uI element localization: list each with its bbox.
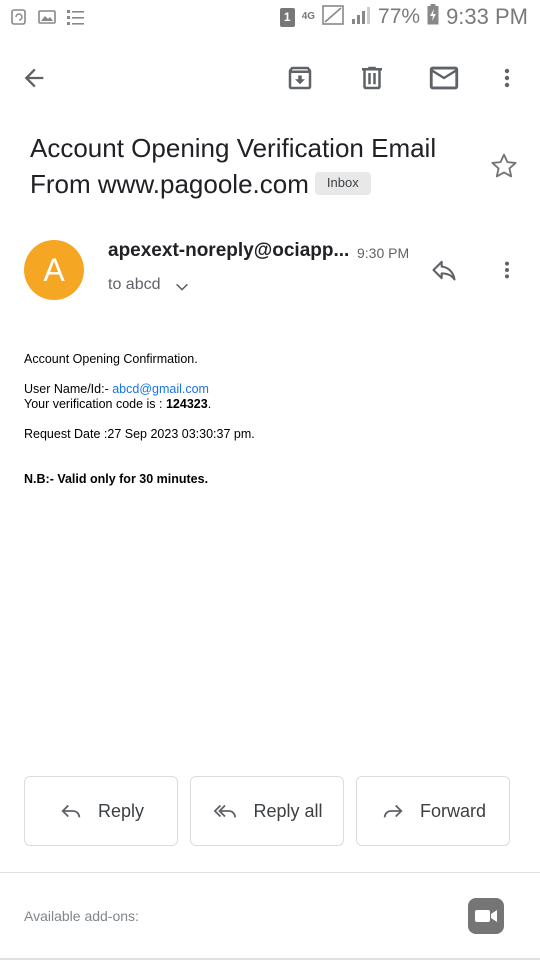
mark-unread-button[interactable] [424,58,464,98]
forward-button[interactable]: Forward [356,776,510,846]
forward-icon [383,804,403,818]
list-icon [66,8,86,31]
delete-button[interactable] [354,60,390,96]
video-camera-icon [475,910,497,922]
action-buttons: Reply Reply all Forward [24,776,510,846]
sync-icon [10,8,28,31]
reply-button-label: Reply [97,800,145,821]
code-label: Your verification code is : [24,397,166,411]
code-suffix: . [207,397,212,411]
archive-icon [288,66,312,90]
reply-icon-button[interactable] [426,254,462,286]
reply-icon [61,804,81,818]
back-button[interactable] [16,60,52,96]
chevron-down-icon [176,283,189,291]
mail-icon [429,66,459,90]
body-line-note: N.B:- Valid only for 30 minutes. [24,472,209,486]
reply-all-button-label: Reply all [253,800,323,821]
reply-all-icon [214,804,237,818]
network-type-label: 4G [301,11,316,22]
no-signal-icon [322,4,344,30]
verification-code: 124323 [165,397,208,411]
image-icon [38,8,56,31]
reply-all-button[interactable]: Reply all [190,776,344,846]
video-addon-button[interactable] [468,898,504,934]
star-outline-icon [491,153,517,178]
archive-button[interactable] [282,60,318,96]
username-email-link[interactable]: abcd@gmail.com [112,382,209,396]
sim-icon: 1 [279,7,295,27]
body-line-confirmation: Account Opening Confirmation. [24,352,198,366]
signal-icon [351,5,371,30]
battery-icon [427,4,439,30]
footer-divider [0,872,540,873]
arrow-left-icon [24,68,44,88]
username-label: User Name/Id:- [24,382,113,396]
sender-address: apexext-noreply@ociapp... [108,240,350,261]
battery-percent: 77% [378,5,421,28]
forward-button-label: Forward [419,800,486,821]
subject-text: Account Opening Verification Email From … [30,133,437,199]
message-more-button[interactable] [494,254,520,286]
addons-label: Available add-ons: [24,908,139,924]
inbox-label-chip[interactable]: Inbox [314,171,371,195]
clock: 9:33 PM [446,4,528,29]
body-line-request-date: Request Date :27 Sep 2023 03:30:37 pm. [24,427,255,441]
body-line-username: User Name/Id:- abcd@gmail.com [24,382,514,397]
recipients-text: to abcd [108,276,161,293]
sender-avatar[interactable]: A [24,240,84,300]
email-subject: Account Opening Verification Email From … [30,130,460,202]
sent-time: 9:30 PM [357,245,410,261]
recipients-toggle[interactable]: to abcd [108,275,190,295]
reply-button[interactable]: Reply [24,776,178,846]
status-bar: 1 4G 77% 9:33 PM [0,0,540,38]
email-body: Account Opening Confirmation. User Name/… [24,352,514,487]
trash-icon [362,66,382,90]
star-button[interactable] [486,148,522,184]
more-vert-icon [504,68,510,88]
reply-icon [432,260,456,281]
body-line-code: Your verification code is : 124323. [24,397,514,412]
more-vert-icon [504,261,510,279]
more-options-button[interactable] [492,60,522,96]
